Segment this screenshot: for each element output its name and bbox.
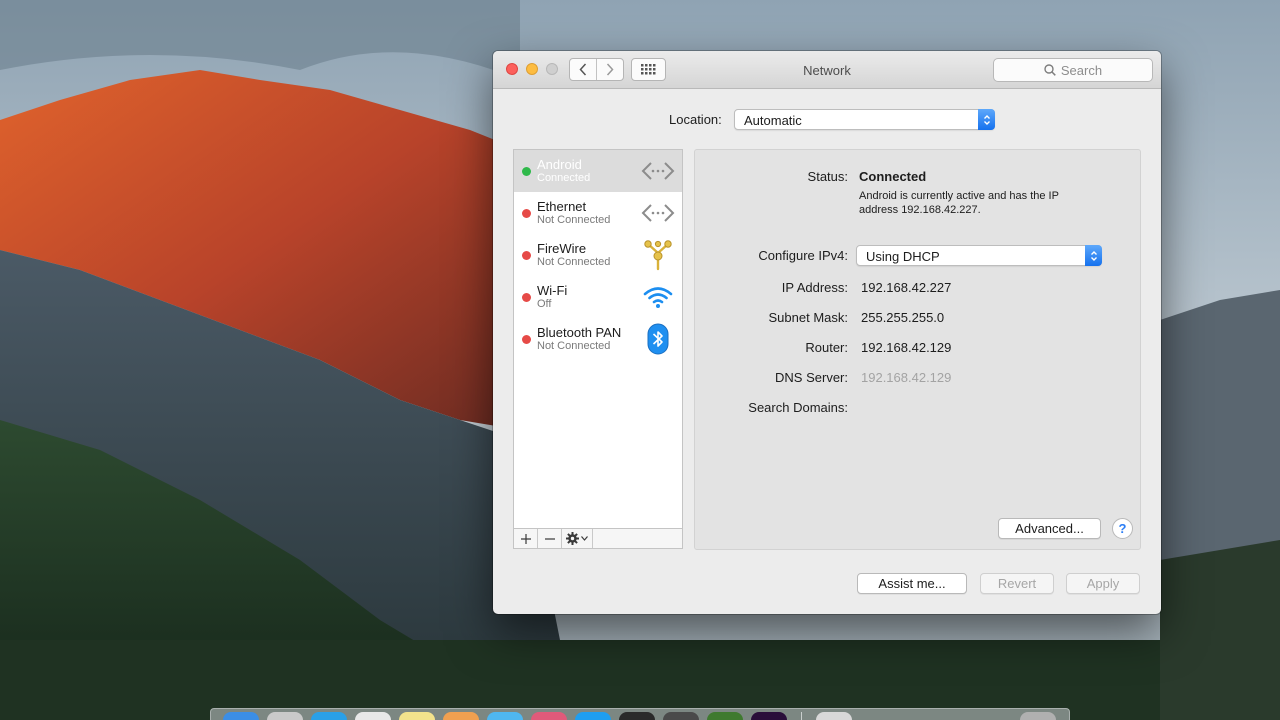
router-label: Router: [805, 340, 848, 355]
router-value: 192.168.42.129 [861, 340, 952, 355]
ip-address-value: 192.168.42.227 [861, 280, 952, 295]
dock-app-trash[interactable] [1020, 712, 1056, 720]
dock [210, 708, 1070, 720]
dock-app-calendar[interactable] [355, 712, 391, 720]
remove-service-button[interactable] [538, 529, 562, 548]
status-dot [522, 167, 531, 176]
chevron-down-icon [581, 536, 588, 541]
dock-app-appstore[interactable] [575, 712, 611, 720]
service-status: Not Connected [537, 214, 611, 226]
dock-app-terminal[interactable] [619, 712, 655, 720]
dns-server-value: 192.168.42.129 [861, 370, 952, 385]
service-android[interactable]: Android Connected [514, 150, 682, 192]
service-list: Android Connected Ethernet Not Connected… [513, 149, 683, 529]
firewire-icon [641, 239, 675, 271]
status-dot [522, 335, 531, 344]
search-domains-label: Search Domains: [748, 400, 848, 415]
search-field[interactable]: Search [993, 58, 1153, 82]
revert-button[interactable]: Revert [980, 573, 1054, 594]
service-name: Android [537, 157, 582, 172]
updown-arrows-icon [1085, 245, 1102, 266]
action-menu-button[interactable] [562, 529, 593, 548]
add-service-button[interactable] [514, 529, 538, 548]
connection-detail-panel: Status: Connected Android is currently a… [694, 149, 1141, 550]
status-dot [522, 209, 531, 218]
service-bluetooth-pan[interactable]: Bluetooth PAN Not Connected [514, 318, 682, 360]
service-name: Ethernet [537, 199, 587, 214]
configure-ipv4-label: Configure IPv4: [758, 248, 848, 263]
gear-icon [566, 532, 579, 545]
dock-app-safari[interactable] [311, 712, 347, 720]
dock-separator [801, 712, 802, 720]
dock-app-messages[interactable] [487, 712, 523, 720]
status-value: Connected [859, 169, 927, 184]
service-status: Connected [537, 172, 591, 184]
apply-button[interactable]: Apply [1066, 573, 1140, 594]
dock-app-android-studio[interactable] [707, 712, 743, 720]
advanced-button[interactable]: Advanced... [998, 518, 1101, 539]
network-preferences-window: Network Search Location: Automatic Andro… [493, 51, 1161, 614]
assist-me-button[interactable]: Assist me... [857, 573, 967, 594]
configure-ipv4-value: Using DHCP [866, 249, 940, 264]
dock-app-notes[interactable] [399, 712, 435, 720]
ethernet-arrows-icon [641, 155, 675, 187]
dock-app-itunes[interactable] [531, 712, 567, 720]
service-ethernet[interactable]: Ethernet Not Connected [514, 192, 682, 234]
subnet-mask-label: Subnet Mask: [768, 310, 849, 325]
updown-arrows-icon [978, 109, 995, 130]
service-name: Wi-Fi [537, 283, 568, 298]
location-value: Automatic [744, 113, 802, 128]
location-popup[interactable]: Automatic [734, 109, 995, 130]
status-dot [522, 251, 531, 260]
magnifier-icon [1044, 64, 1056, 76]
status-dot [522, 293, 531, 302]
location-label: Location: [669, 112, 722, 127]
service-status: Off [537, 298, 552, 310]
dock-app-photos[interactable] [443, 712, 479, 720]
plus-icon [520, 533, 531, 544]
wifi-icon [641, 281, 675, 313]
bluetooth-icon [641, 323, 675, 355]
dock-app-finder[interactable] [223, 712, 259, 720]
service-name: Bluetooth PAN [537, 325, 622, 340]
ethernet-arrows-icon [641, 197, 675, 229]
service-firewire[interactable]: FireWire Not Connected [514, 234, 682, 276]
title-bar: Network Search [493, 51, 1161, 89]
search-placeholder: Search [1060, 62, 1103, 78]
minus-icon [544, 537, 555, 540]
service-status: Not Connected [537, 256, 611, 268]
service-wifi[interactable]: Wi-Fi Off [514, 276, 682, 318]
subnet-mask-value: 255.255.255.0 [861, 310, 945, 325]
service-name: FireWire [537, 241, 587, 256]
configure-ipv4-popup[interactable]: Using DHCP [856, 245, 1102, 266]
service-list-toolbar [513, 529, 683, 549]
dock-app-launchpad[interactable] [267, 712, 303, 720]
status-label: Status: [807, 169, 848, 184]
dns-server-label: DNS Server: [775, 370, 848, 385]
service-status: Not Connected [537, 340, 611, 352]
dock-app-downloads[interactable] [816, 712, 852, 720]
ip-address-label: IP Address: [781, 280, 848, 295]
dock-app-premiere[interactable] [751, 712, 787, 720]
dock-app-preview[interactable] [663, 712, 699, 720]
status-description: Android is currently active and has the … [859, 190, 1059, 216]
help-button[interactable]: ? [1112, 518, 1133, 539]
